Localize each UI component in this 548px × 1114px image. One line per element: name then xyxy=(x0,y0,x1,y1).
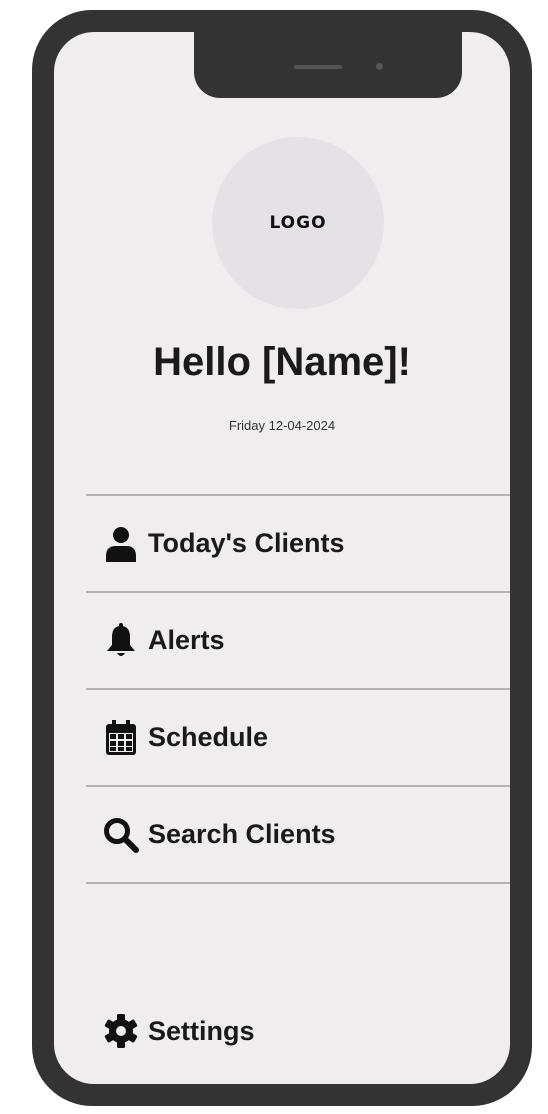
gear-icon xyxy=(102,1012,140,1050)
menu-item-label: Schedule xyxy=(148,722,269,752)
speaker-grille xyxy=(294,65,342,69)
calendar-icon xyxy=(102,719,140,757)
menu-item-label: Search Clients xyxy=(148,819,336,849)
menu-item-search-clients[interactable]: Search Clients xyxy=(86,787,510,882)
person-icon xyxy=(102,525,140,563)
logo: LOGO xyxy=(212,137,384,309)
main-menu: Today's Clients Alerts Schedule Search C… xyxy=(86,494,510,884)
front-camera xyxy=(376,63,383,70)
menu-divider xyxy=(86,882,510,884)
phone-notch xyxy=(194,32,462,98)
settings-button[interactable]: Settings xyxy=(86,996,386,1066)
bell-icon xyxy=(102,622,140,660)
menu-item-alerts[interactable]: Alerts xyxy=(86,593,510,688)
search-icon xyxy=(102,816,140,854)
settings-label: Settings xyxy=(148,1015,255,1046)
menu-item-schedule[interactable]: Schedule xyxy=(86,690,510,785)
menu-item-label: Alerts xyxy=(148,625,225,655)
app-screen: LOGO Hello [Name]! Friday 12-04-2024 Tod… xyxy=(54,32,510,1084)
menu-item-todays-clients[interactable]: Today's Clients xyxy=(86,496,510,591)
logo-text: LOGO xyxy=(269,213,327,233)
current-date: Friday 12-04-2024 xyxy=(228,418,336,433)
menu-item-label: Today's Clients xyxy=(148,528,345,558)
greeting-heading: Hello [Name]! xyxy=(153,340,411,384)
phone-frame: LOGO Hello [Name]! Friday 12-04-2024 Tod… xyxy=(32,10,532,1106)
